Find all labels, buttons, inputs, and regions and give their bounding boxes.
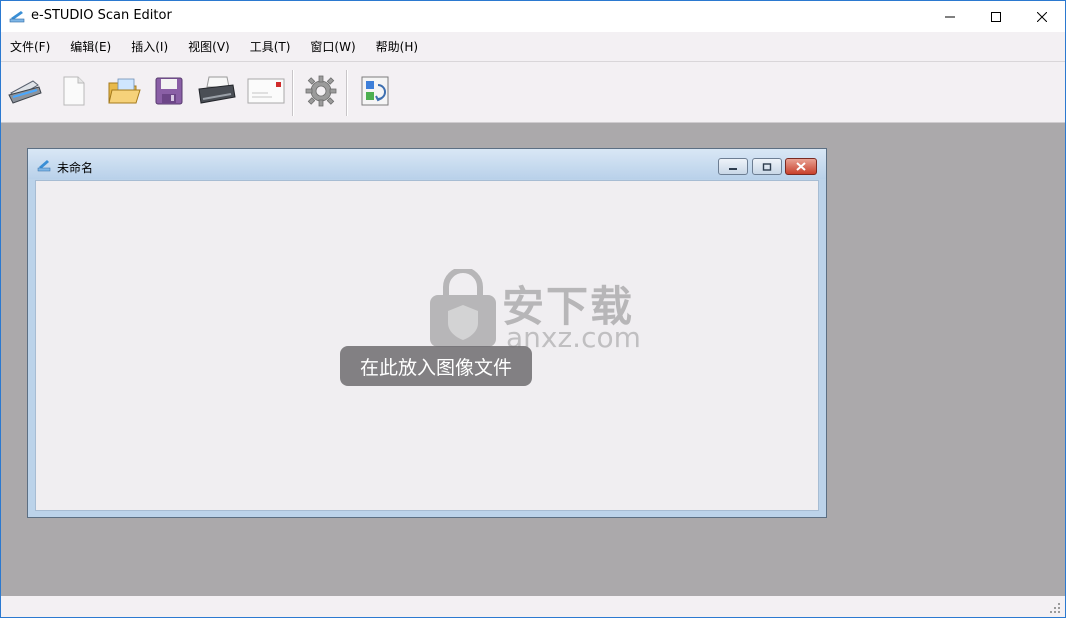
convert-button[interactable] (355, 71, 395, 111)
document-scanner-icon (37, 160, 51, 172)
menu-insert[interactable]: 插入(I) (131, 38, 168, 55)
print-button[interactable] (197, 71, 237, 111)
convert-icon (361, 76, 389, 106)
window-title: e-STUDIO Scan Editor (31, 8, 172, 23)
resize-grip-icon[interactable] (1049, 602, 1061, 614)
menu-tools[interactable]: 工具(T) (250, 38, 291, 55)
toolbar-separator (346, 70, 348, 116)
maximize-icon (991, 11, 1001, 22)
settings-button[interactable] (301, 71, 341, 111)
close-button[interactable] (1019, 1, 1065, 32)
open-button[interactable] (104, 71, 144, 111)
email-button[interactable] (246, 71, 286, 111)
toolbar-separator (292, 70, 294, 116)
maximize-button[interactable] (973, 1, 1019, 32)
mdi-workspace: 未命名 安下载 anxz.com 在此放入图像文件 (1, 123, 1065, 596)
new-document-icon (63, 76, 85, 106)
drop-hint: 在此放入图像文件 (340, 346, 532, 386)
app-scanner-icon (9, 11, 25, 23)
document-canvas[interactable]: 安下载 anxz.com 在此放入图像文件 (35, 180, 819, 511)
settings-icon (305, 75, 337, 107)
document-minimize-button[interactable] (718, 158, 748, 175)
menu-help[interactable]: 帮助(H) (376, 38, 418, 55)
restore-icon (762, 162, 772, 171)
scanner-icon (8, 80, 42, 104)
shield-lock-icon (430, 269, 496, 347)
save-button[interactable] (149, 71, 189, 111)
new-document-button[interactable] (54, 71, 94, 111)
application-window: e-STUDIO Scan Editor 文件(F) 编辑(E) 插入(I) 视… (0, 0, 1066, 618)
email-icon (247, 78, 285, 104)
close-icon (796, 162, 806, 171)
document-title: 未命名 (57, 161, 94, 175)
document-title-bar[interactable]: 未命名 (28, 149, 826, 179)
menu-bar: 文件(F) 编辑(E) 插入(I) 视图(V) 工具(T) 窗口(W) 帮助(H… (1, 32, 1065, 61)
minimize-icon (729, 167, 737, 170)
save-icon (155, 77, 183, 105)
minimize-button[interactable] (927, 1, 973, 32)
menu-view[interactable]: 视图(V) (188, 38, 230, 55)
scan-button[interactable] (5, 71, 45, 111)
document-restore-button[interactable] (752, 158, 782, 175)
document-close-button[interactable] (785, 158, 817, 175)
print-icon (198, 76, 236, 104)
status-bar (1, 596, 1065, 617)
menu-file[interactable]: 文件(F) (10, 38, 50, 55)
document-window[interactable]: 未命名 安下载 anxz.com 在此放入图像文件 (27, 148, 827, 518)
menu-window[interactable]: 窗口(W) (310, 38, 355, 55)
minimize-icon (945, 16, 955, 17)
menu-edit[interactable]: 编辑(E) (70, 38, 111, 55)
open-folder-icon (108, 78, 141, 104)
title-bar[interactable]: e-STUDIO Scan Editor (1, 1, 1065, 32)
toolbar (1, 61, 1065, 123)
close-icon (1037, 11, 1047, 22)
